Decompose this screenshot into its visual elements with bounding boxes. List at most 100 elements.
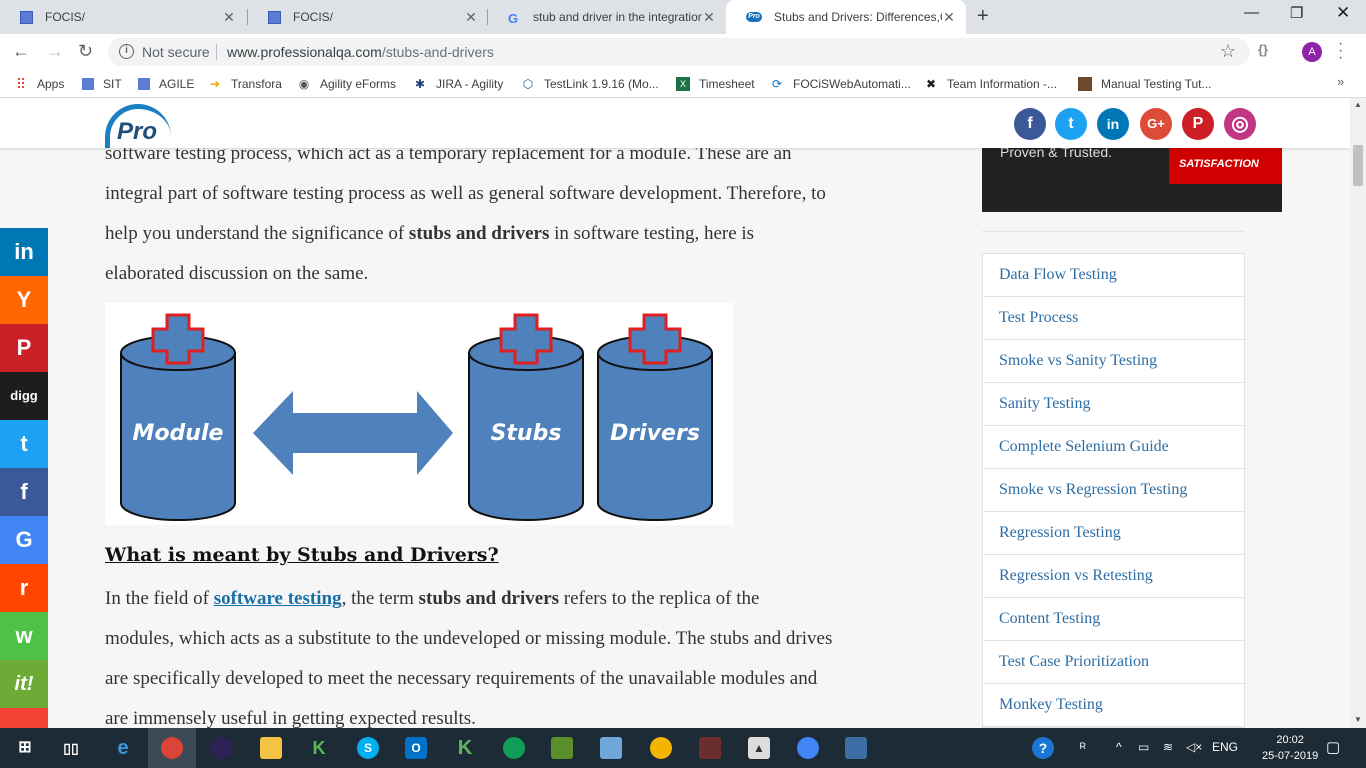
text-line: integral part of software testing proces… [105, 183, 826, 204]
site-logo[interactable]: Pro [105, 104, 171, 148]
chrome-icon[interactable] [161, 737, 183, 759]
back-button[interactable]: ← [12, 41, 30, 62]
chart-app-icon[interactable] [551, 737, 573, 759]
new-tab-button[interactable]: + [977, 5, 989, 28]
profile-avatar[interactable]: A [1302, 42, 1322, 62]
forward-button[interactable]: → [46, 41, 64, 62]
close-icon[interactable]: ✕ [222, 9, 236, 26]
help-icon[interactable]: ? [1032, 737, 1054, 759]
sidebar-link[interactable]: Regression vs Retesting [983, 555, 1244, 598]
pinterest-icon[interactable]: P [0, 324, 48, 372]
tab-title: FOCIS/ [293, 10, 334, 24]
pinterest-icon[interactable]: P [1182, 108, 1214, 140]
outlook-icon[interactable]: O [405, 737, 427, 759]
more-share-icon[interactable] [0, 708, 48, 728]
google-icon[interactable]: G [0, 516, 48, 564]
chrome-menu-icon[interactable]: · · · [1338, 36, 1343, 66]
bold-text: stubs and drivers [418, 588, 560, 609]
reload-button[interactable]: ↻ [78, 41, 93, 62]
tab-google-search[interactable]: G stub and driver in the integration ✕ [488, 0, 726, 34]
tray-chevron-icon[interactable]: ^ [1116, 740, 1122, 754]
bookmark-transfora[interactable]: ➜ Transfora [208, 77, 282, 91]
remote-desktop-icon[interactable] [845, 737, 867, 759]
tab-stubs-drivers[interactable]: Pro Stubs and Drivers: Differences,Co ✕ [726, 0, 966, 34]
sidebar-link[interactable]: Complete Selenium Guide [983, 426, 1244, 469]
game-app-icon[interactable] [699, 737, 721, 759]
sidebar-link[interactable]: Monkey Testing [983, 684, 1244, 727]
facebook-icon[interactable]: f [0, 468, 48, 516]
digg-icon[interactable]: digg [0, 372, 48, 420]
skype-icon[interactable]: S [357, 737, 379, 759]
language-indicator[interactable]: ENG [1212, 740, 1238, 754]
page-scrollbar[interactable]: ▲ ▼ [1350, 98, 1366, 728]
bookmark-testlink[interactable]: ⬡ TestLink 1.9.16 (Mo... [521, 77, 659, 91]
bookmark-agility-eforms[interactable]: ◉ Agility eForms [297, 77, 396, 91]
whatsapp-icon[interactable]: w [0, 612, 48, 660]
sidebar-link[interactable]: Smoke vs Sanity Testing [983, 340, 1244, 383]
scroll-down-icon[interactable]: ▼ [1354, 715, 1362, 724]
address-bar[interactable]: i Not secure www.professionalqa.com/stub… [108, 38, 1250, 66]
info-icon[interactable]: i [119, 44, 134, 59]
hacker-news-icon[interactable]: Y [0, 276, 48, 324]
windows-start-icon[interactable]: ⊞ [14, 737, 36, 759]
close-icon[interactable]: ✕ [464, 9, 478, 26]
instagram-icon[interactable]: ◎ [1224, 108, 1256, 140]
battery-icon[interactable]: ▭ [1138, 740, 1149, 754]
task-view-icon[interactable]: ▯▯ [60, 737, 82, 759]
people-icon[interactable]: ᴿ [1080, 740, 1086, 755]
bookmark-focis-automation[interactable]: ⟳ FOCiSWebAutomati... [770, 77, 911, 91]
katalon-studio-icon[interactable]: K [454, 737, 476, 759]
bookmark-sit[interactable]: SIT [82, 77, 122, 91]
volume-icon[interactable]: ◁× [1186, 740, 1202, 754]
system-clock[interactable]: 20:02 25-07-2019 [1262, 732, 1318, 764]
sidebar-link[interactable]: Regression Testing [983, 512, 1244, 555]
minimize-button[interactable]: — [1244, 4, 1259, 21]
eclipse-icon[interactable] [210, 737, 232, 759]
chrome-icon[interactable] [503, 737, 525, 759]
edge-icon[interactable]: e [112, 737, 134, 759]
window-close-button[interactable]: ✕ [1336, 3, 1350, 23]
sidebar-link[interactable]: Smoke vs Regression Testing [983, 469, 1244, 512]
scrollbar-thumb[interactable] [1353, 145, 1363, 186]
sidebar-link[interactable]: Sanity Testing [983, 383, 1244, 426]
close-icon[interactable]: ✕ [942, 9, 956, 26]
facebook-icon[interactable]: f [1014, 108, 1046, 140]
file-explorer-icon[interactable] [260, 737, 282, 759]
restore-button[interactable]: ❐ [1290, 4, 1303, 22]
linkedin-icon[interactable]: in [0, 228, 48, 276]
google-plus-icon[interactable]: G+ [1140, 108, 1172, 140]
scroll-up-icon[interactable]: ▲ [1354, 100, 1362, 109]
photos-icon[interactable]: ▲ [748, 737, 770, 759]
katalon-icon[interactable]: K [308, 737, 330, 759]
notes-app-icon[interactable] [600, 737, 622, 759]
bookmark-star-icon[interactable]: ☆ [1220, 41, 1236, 62]
tab-focis-2[interactable]: FOCIS/ ✕ [248, 0, 488, 34]
twitter-icon[interactable]: t [1055, 108, 1087, 140]
bookmark-manual-testing[interactable]: Manual Testing Tut... [1078, 77, 1212, 91]
wifi-icon[interactable]: ≋ [1163, 740, 1173, 754]
notifications-icon[interactable]: ▢ [1326, 738, 1340, 756]
extension-icon[interactable]: {} [1258, 42, 1268, 57]
url-text[interactable]: www.professionalqa.com/stubs-and-drivers [227, 44, 494, 60]
reddit-icon[interactable]: r [0, 564, 48, 612]
bookmark-jira[interactable]: ✱ JIRA - Agility [413, 77, 503, 91]
sidebar-link[interactable]: Data Flow Testing [983, 254, 1244, 297]
sidebar-link[interactable]: Content Testing [983, 598, 1244, 641]
tab-focis-1[interactable]: FOCIS/ ✕ [0, 0, 246, 34]
bookmark-timesheet[interactable]: X Timesheet [676, 77, 755, 91]
chrome-icon[interactable] [650, 737, 672, 759]
security-label[interactable]: Not secure [142, 44, 210, 60]
bookmark-team-information[interactable]: ✖ Team Information -... [924, 77, 1057, 91]
text-line: are specifically developed to meet the n… [105, 668, 818, 689]
sidebar-link[interactable]: Test Process [983, 297, 1244, 340]
bookmark-agile[interactable]: AGILE [138, 77, 194, 91]
chrome-icon[interactable] [797, 737, 819, 759]
close-icon[interactable]: ✕ [702, 9, 716, 26]
linkedin-icon[interactable]: in [1097, 108, 1129, 140]
software-testing-link[interactable]: software testing [214, 588, 342, 609]
scoopit-icon[interactable]: it! [0, 660, 48, 708]
twitter-icon[interactable]: t [0, 420, 48, 468]
sidebar-link[interactable]: Test Case Prioritization [983, 641, 1244, 684]
bookmark-apps[interactable]: ⠿ Apps [14, 77, 65, 91]
bookmarks-overflow-icon[interactable]: » [1337, 74, 1344, 89]
